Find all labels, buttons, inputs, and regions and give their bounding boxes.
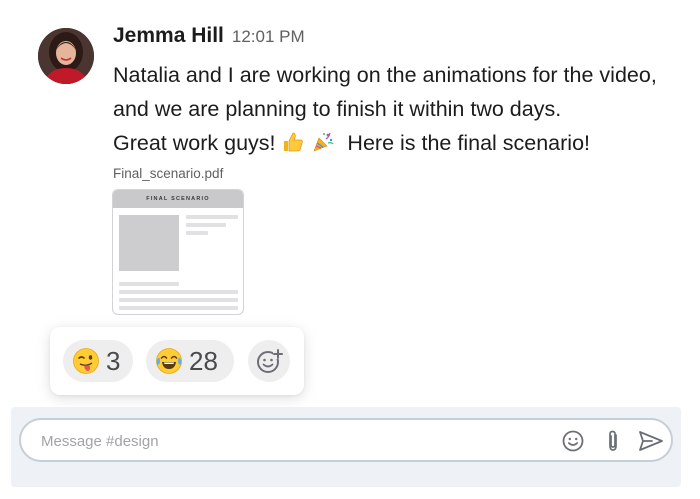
message-text: Great work guys! [113,131,276,155]
message-header: Jemma Hill 12:01 PM [113,24,305,48]
reaction-count: 28 [189,345,218,376]
party-popper-icon [313,132,334,152]
message-line: Natalia and I are working on the animati… [113,63,657,87]
emoji-picker-button[interactable] [561,429,585,453]
preview-image-placeholder [119,215,179,271]
send-icon [639,431,663,451]
message-body: Natalia and I are working on the animati… [113,58,688,160]
paperclip-icon [609,430,617,451]
author-name[interactable]: Jemma Hill [113,24,224,48]
avatar[interactable] [38,28,94,84]
add-reaction-button[interactable] [248,340,290,382]
reaction-count: 3 [106,345,121,376]
add-emoji-icon [257,349,283,373]
reaction-winking-tongue[interactable]: 3 [63,340,133,382]
face-with-tears-of-joy-icon [156,348,182,374]
preview-text-bar [119,290,238,294]
thumbs-up-icon [284,132,304,152]
composer-area [11,407,681,487]
message-line: and we are planning to finish it within … [113,97,562,121]
attach-file-button[interactable] [601,429,625,453]
send-button[interactable] [637,429,665,453]
preview-text-bar [186,231,208,235]
preview-text-bar [119,298,238,302]
message-line: Great work guys! Here is the final scena… [113,126,688,160]
reaction-tears-of-joy[interactable]: 28 [146,340,234,382]
message-text: Here is the final scenario! [347,131,591,155]
smiley-icon [562,430,584,452]
message-composer [19,418,673,462]
preview-text-bar [186,223,226,227]
attachment-preview[interactable]: FINAL SCENARIO [112,189,244,315]
avatar-image [38,28,94,84]
message-timestamp[interactable]: 12:01 PM [232,27,305,47]
preview-title: FINAL SCENARIO [113,190,243,208]
winking-face-with-tongue-icon [73,348,99,374]
reactions-bar: 3 28 [50,327,304,395]
message-input[interactable] [41,430,541,452]
preview-text-bar [119,282,179,286]
preview-text-bar [119,306,238,310]
preview-text-bar [186,215,238,219]
attachment-filename[interactable]: Final_scenario.pdf [113,166,223,181]
